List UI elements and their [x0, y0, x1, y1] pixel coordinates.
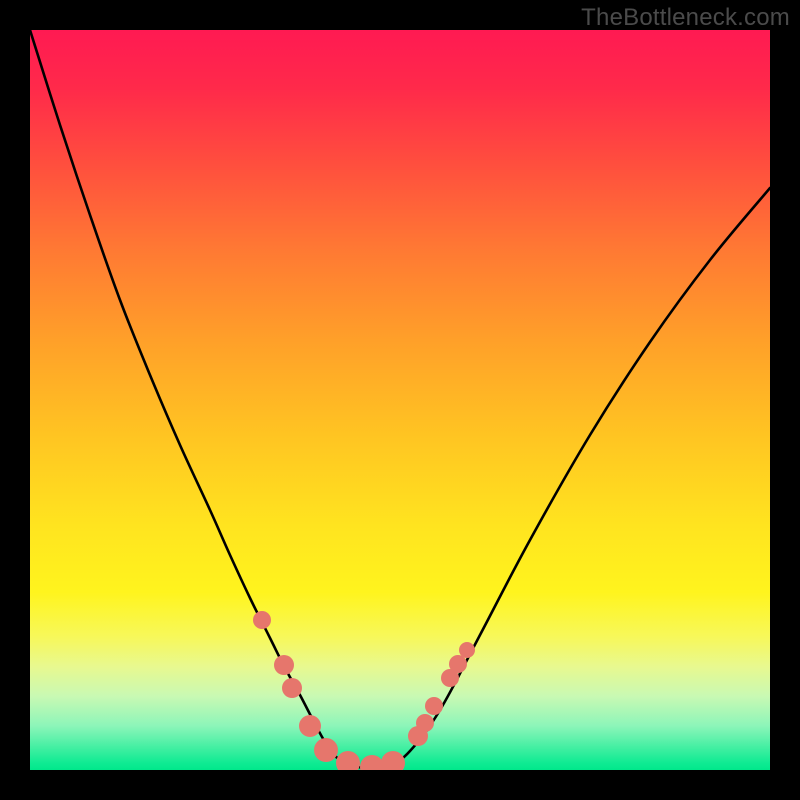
right-marker-3 — [425, 697, 443, 715]
left-marker-3 — [282, 678, 302, 698]
right-marker-2 — [416, 714, 434, 732]
bottom-marker-2 — [314, 738, 338, 762]
bottom-marker-3 — [336, 751, 360, 770]
chart-frame: TheBottleneck.com — [0, 0, 800, 800]
bottleneck-curve — [30, 30, 770, 768]
right-marker-6 — [459, 642, 475, 658]
right-marker-5 — [449, 655, 467, 673]
plot-area — [30, 30, 770, 770]
left-marker-1 — [253, 611, 271, 629]
curve-layer — [30, 30, 770, 770]
bottom-marker-5 — [381, 751, 405, 770]
watermark-text: TheBottleneck.com — [581, 4, 790, 32]
bottom-marker-4 — [360, 755, 384, 770]
marker-layer — [253, 611, 475, 770]
bottom-marker-1 — [299, 715, 321, 737]
left-marker-2 — [274, 655, 294, 675]
